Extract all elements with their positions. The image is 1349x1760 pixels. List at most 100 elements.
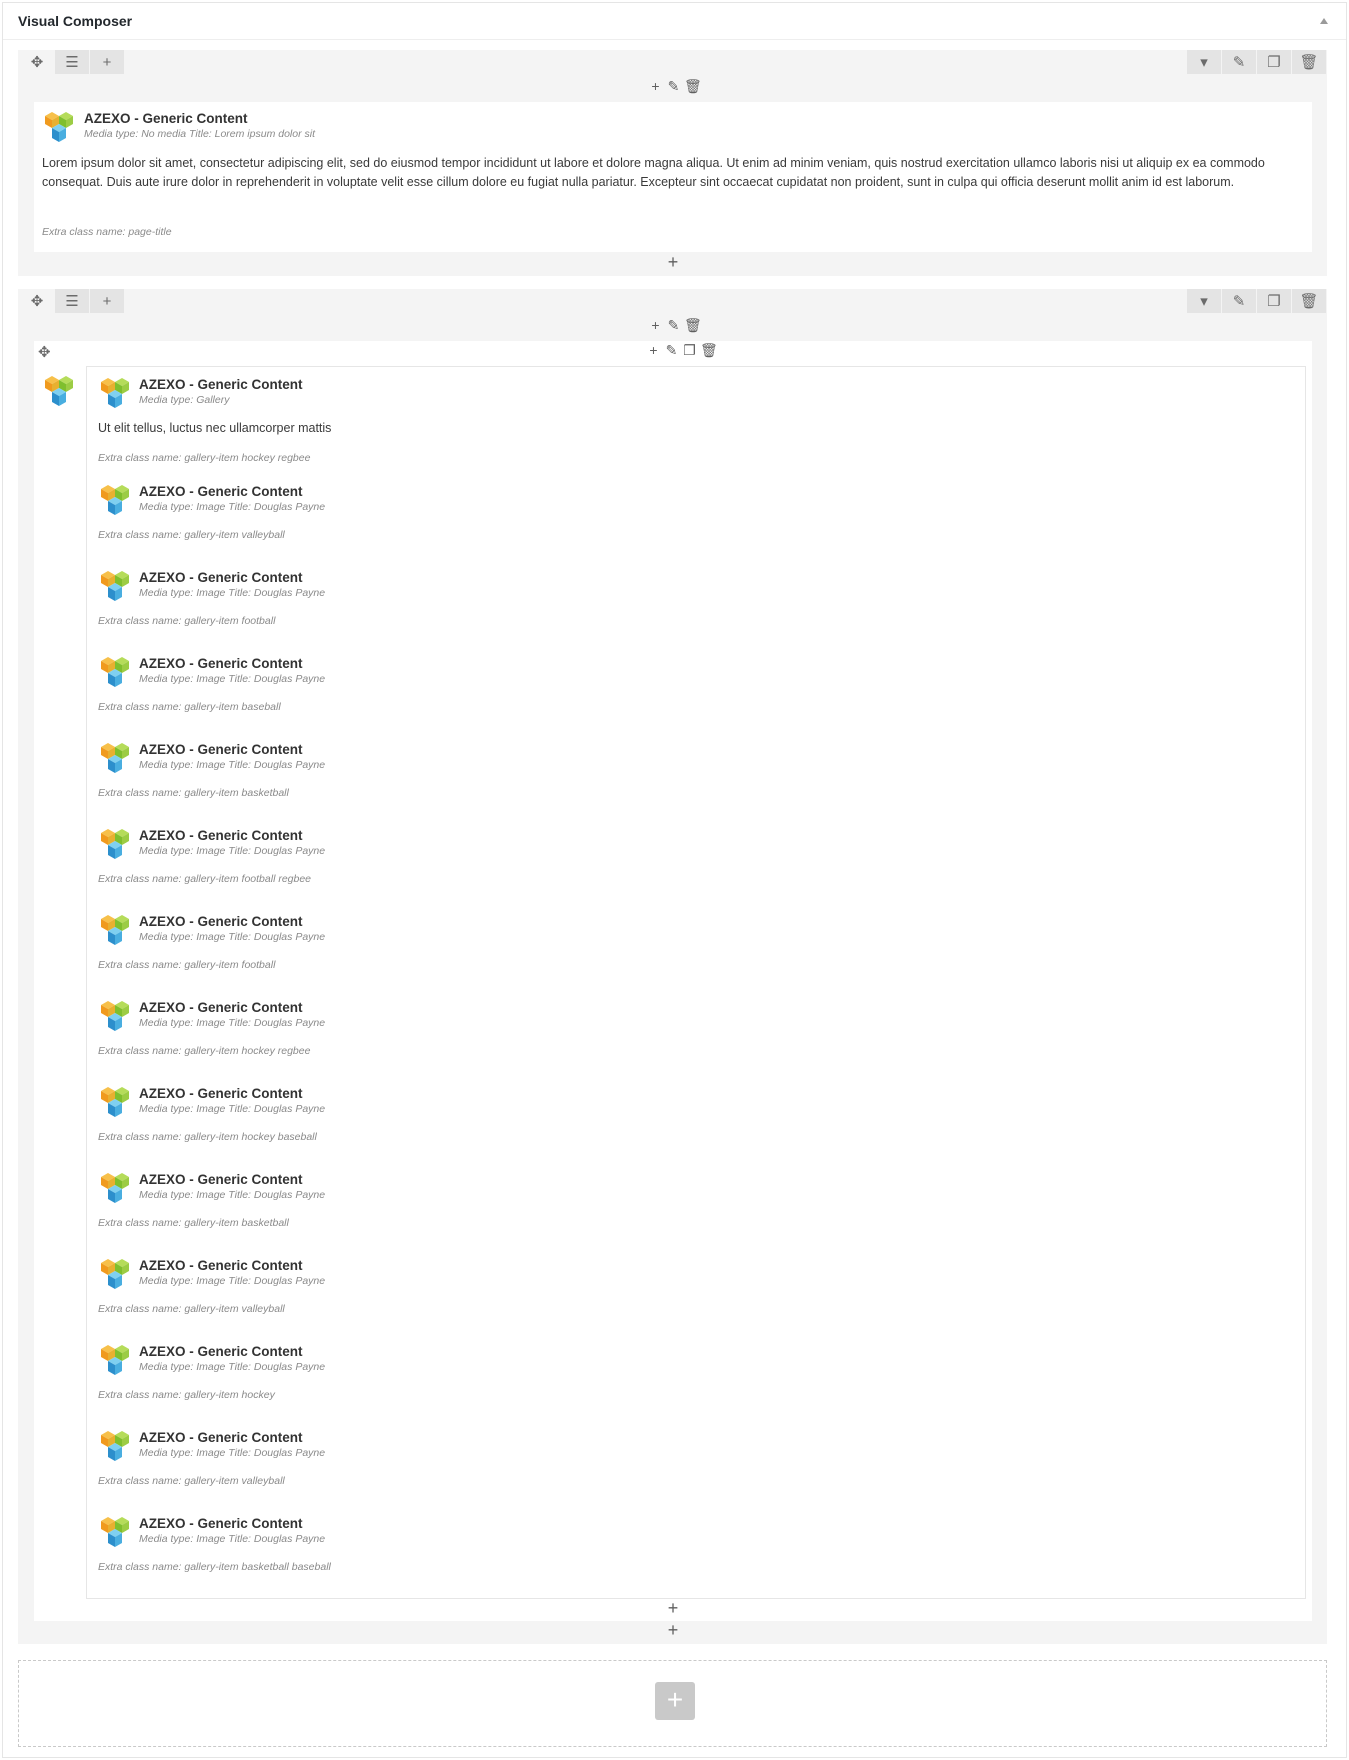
add-row-element-icon[interactable]: + <box>663 1620 683 1641</box>
item-class: Extra class name: gallery-item valleybal… <box>98 1475 285 1487</box>
item-meta: Media type: Image Title: Douglas Payne <box>139 1361 326 1373</box>
gallery-item: AZEXO - Generic Content Media type: Image… <box>87 655 1305 741</box>
gallery-item: AZEXO - Generic Content Media type: Image… <box>87 1343 1305 1429</box>
trash-icon[interactable]: 🗑 <box>684 317 702 334</box>
item-title: AZEXO - Generic Content <box>139 1086 303 1101</box>
edit-icon[interactable]: ✎ <box>1222 289 1256 313</box>
element-meta: Media type: No media Title: Lorem ipsum … <box>84 128 315 140</box>
gallery-item: AZEXO - Generic Content Media type: Image… <box>87 1257 1305 1343</box>
vc-logo-icon <box>98 1085 132 1119</box>
clone-icon[interactable]: ❐ <box>682 342 697 359</box>
add-icon[interactable]: + <box>646 342 661 359</box>
item-meta: Media type: Image Title: Douglas Payne <box>139 931 326 943</box>
add-column-icon[interactable]: + <box>90 50 124 74</box>
vc-logo-icon <box>42 110 76 144</box>
clone-icon[interactable]: ❐ <box>1257 289 1291 313</box>
item-title: AZEXO - Generic Content <box>139 1344 303 1359</box>
row-1-controls-right: ▾ ✎ ❐ 🗑 <box>1187 50 1327 74</box>
vc-logo-icon <box>98 569 132 603</box>
add-element-icon[interactable]: + <box>663 252 683 273</box>
item-meta: Media type: Image Title: Douglas Payne <box>139 1103 326 1115</box>
row-1-controls-left: ✥ ☰ + <box>20 50 125 74</box>
vc-logo-icon <box>98 741 132 775</box>
trash-icon[interactable]: 🗑 <box>684 78 702 95</box>
item-title: AZEXO - Generic Content <box>139 1172 303 1187</box>
row-layout-icon[interactable]: ☰ <box>55 289 89 313</box>
gallery-item: AZEXO - Generic Content Media type: Image… <box>87 1171 1305 1257</box>
row-1-topbar <box>18 50 1327 76</box>
item-class: Extra class name: gallery-item baseball <box>98 701 281 713</box>
move-icon[interactable]: ✥ <box>20 50 54 74</box>
item-title: AZEXO - Generic Content <box>139 1516 303 1531</box>
gallery-item: AZEXO - Generic Content Media type: Image… <box>87 1515 1305 1601</box>
item-title: AZEXO - Generic Content <box>139 570 303 585</box>
gallery-item: AZEXO - Generic Content Media type: Image… <box>87 569 1305 655</box>
edit-icon[interactable]: ✎ <box>666 78 681 95</box>
item-title: AZEXO - Generic Content <box>139 656 303 671</box>
vc-logo-icon <box>98 1257 132 1291</box>
vc-logo-icon <box>98 483 132 517</box>
panel-title: Visual Composer <box>18 13 133 29</box>
vc-logo-icon <box>98 376 132 410</box>
row-2-topbar <box>18 289 1327 315</box>
item-title: AZEXO - Generic Content <box>139 742 303 757</box>
add-column-icon[interactable]: + <box>90 289 124 313</box>
gallery-class: Extra class name: gallery-item hockey re… <box>98 452 311 464</box>
container-toolbar: + ✎ ❐ 🗑 <box>646 342 718 359</box>
move-icon[interactable]: ✥ <box>20 289 54 313</box>
vc-logo-icon <box>42 374 76 408</box>
gallery-item: AZEXO - Generic Content Media type: Image… <box>87 999 1305 1085</box>
row-2-controls-left: ✥ ☰ + <box>20 289 125 313</box>
add-element-icon[interactable]: + <box>663 1598 683 1619</box>
item-class: Extra class name: gallery-item basketbal… <box>98 1561 331 1573</box>
item-meta: Media type: Image Title: Douglas Payne <box>139 1447 326 1459</box>
item-title: AZEXO - Generic Content <box>139 828 303 843</box>
gallery-item: AZEXO - Generic Content Media type: Image… <box>87 913 1305 999</box>
vc-logo-icon <box>98 1171 132 1205</box>
trash-icon[interactable]: 🗑 <box>1292 50 1326 74</box>
item-title: AZEXO - Generic Content <box>139 484 303 499</box>
add-icon[interactable]: + <box>648 317 663 334</box>
item-title: AZEXO - Generic Content <box>139 1000 303 1015</box>
item-meta: Media type: Image Title: Douglas Payne <box>139 501 326 513</box>
item-meta: Media type: Image Title: Douglas Payne <box>139 673 326 685</box>
item-meta: Media type: Image Title: Douglas Payne <box>139 1189 326 1201</box>
column-toolbar: + ✎ 🗑 <box>648 78 702 95</box>
add-row-button[interactable]: + <box>655 1682 695 1720</box>
item-meta: Media type: Image Title: Douglas Payne <box>139 587 326 599</box>
edit-icon[interactable]: ✎ <box>666 317 681 334</box>
chevron-down-icon[interactable]: ▾ <box>1187 50 1221 74</box>
clone-icon[interactable]: ❐ <box>1257 50 1291 74</box>
vc-logo-icon <box>98 1429 132 1463</box>
element-title: AZEXO - Generic Content <box>84 111 248 126</box>
edit-icon[interactable]: ✎ <box>664 342 679 359</box>
item-class: Extra class name: gallery-item hockey <box>98 1389 275 1401</box>
add-icon[interactable]: + <box>648 78 663 95</box>
gallery-meta: Media type: Gallery <box>139 394 230 406</box>
row-layout-icon[interactable]: ☰ <box>55 50 89 74</box>
chevron-down-icon[interactable]: ▾ <box>1187 289 1221 313</box>
item-class: Extra class name: gallery-item valleybal… <box>98 1303 285 1315</box>
gallery-item: AZEXO - Generic Content Media type: Image… <box>87 827 1305 913</box>
vc-logo-icon <box>98 1515 132 1549</box>
vc-logo-icon <box>98 827 132 861</box>
gallery-item: AZEXO - Generic Content Media type: Image… <box>87 483 1305 569</box>
edit-icon[interactable]: ✎ <box>1222 50 1256 74</box>
trash-icon[interactable]: 🗑 <box>700 342 718 359</box>
trash-icon[interactable]: 🗑 <box>1292 289 1326 313</box>
vc-logo-icon <box>98 999 132 1033</box>
add-row-area: + <box>18 1660 1327 1747</box>
gallery-title: AZEXO - Generic Content <box>139 377 303 392</box>
item-title: AZEXO - Generic Content <box>139 1430 303 1445</box>
column-toolbar: + ✎ 🗑 <box>648 317 702 334</box>
item-class: Extra class name: gallery-item hockey ba… <box>98 1131 317 1143</box>
move-icon[interactable]: ✥ <box>38 343 51 361</box>
element-class: Extra class name: page-title <box>42 226 172 238</box>
item-class: Extra class name: gallery-item football <box>98 959 276 971</box>
gallery-item: AZEXO - Generic Content Media type: Image… <box>87 1429 1305 1515</box>
item-class: Extra class name: gallery-item basketbal… <box>98 787 289 799</box>
vc-logo-icon <box>98 913 132 947</box>
item-class: Extra class name: gallery-item basketbal… <box>98 1217 289 1229</box>
collapse-arrow-icon[interactable] <box>1320 18 1328 24</box>
item-meta: Media type: Image Title: Douglas Payne <box>139 845 326 857</box>
